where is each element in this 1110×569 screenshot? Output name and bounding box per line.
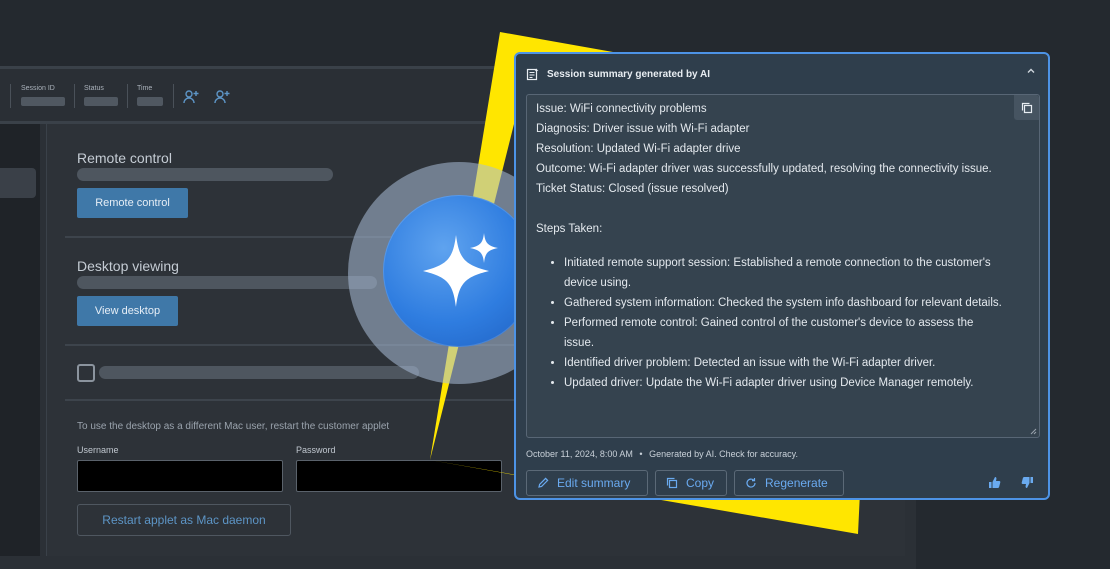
regenerate-button[interactable]: Regenerate (734, 470, 844, 496)
copy-icon (666, 477, 678, 489)
mac-user-note: To use the desktop as a different Mac us… (77, 421, 390, 432)
edit-summary-button[interactable]: Edit summary (526, 470, 648, 496)
ai-panel-header: Session summary generated by AI (526, 68, 710, 81)
summary-line: Diagnosis: Driver issue with Wi-Fi adapt… (536, 123, 750, 135)
refresh-icon (746, 478, 756, 488)
ai-orb (383, 195, 535, 347)
add-person-icon[interactable] (183, 89, 199, 105)
ai-disclaimer: Generated by AI. Check for accuracy. (649, 449, 798, 459)
summary-timestamp: October 11, 2024, 8:00 AM (526, 449, 633, 459)
copy-text-button[interactable] (1014, 95, 1039, 120)
toolbar-divider (127, 84, 128, 108)
summary-line: Ticket Status: Closed (issue resolved) (536, 183, 729, 195)
summary-document-icon (526, 68, 539, 81)
option-checkbox[interactable] (77, 364, 95, 382)
thumbs-up-icon[interactable] (988, 476, 1001, 489)
username-label: Username (77, 445, 119, 455)
view-desktop-button[interactable]: View desktop (77, 296, 178, 326)
session-id-placeholder (21, 97, 65, 106)
username-input[interactable] (77, 460, 283, 492)
summary-textarea[interactable]: Issue: WiFi connectivity problems Diagno… (526, 94, 1040, 438)
chevron-up-icon[interactable] (1026, 66, 1036, 76)
step-item: Gathered system information: Checked the… (564, 293, 1006, 313)
session-id-column[interactable]: Session ID (21, 85, 65, 106)
status-placeholder (84, 97, 118, 106)
sidebar (0, 124, 40, 556)
summary-line: Resolution: Updated Wi-Fi adapter drive (536, 143, 741, 155)
placeholder-bar (77, 168, 333, 181)
steps-list: Initiated remote support session: Establ… (536, 253, 1006, 393)
restart-applet-button[interactable]: Restart applet as Mac daemon (77, 504, 291, 536)
ai-summary-panel: Session summary generated by AI Issue: W… (514, 52, 1050, 500)
remote-control-title: Remote control (77, 150, 172, 166)
thumbs-down-icon[interactable] (1021, 476, 1034, 489)
copy-label: Copy (686, 476, 715, 490)
step-item: Identified driver problem: Detected an i… (564, 353, 1006, 373)
placeholder-bar (77, 276, 377, 289)
summary-line: Outcome: Wi-Fi adapter driver was succes… (536, 163, 992, 175)
status-label: Status (84, 85, 104, 92)
sidebar-selected-item[interactable] (0, 168, 36, 198)
toolbar-divider (74, 84, 75, 108)
steps-heading: Steps Taken: (536, 223, 603, 235)
time-label: Time (137, 85, 153, 92)
desktop-viewing-title: Desktop viewing (77, 258, 179, 274)
password-input[interactable] (296, 460, 502, 492)
time-column[interactable]: Time (137, 85, 163, 106)
copy-icon (1021, 102, 1032, 113)
session-id-label: Session ID (21, 85, 55, 92)
ai-panel-title: Session summary generated by AI (547, 69, 711, 80)
sparkle-icon (423, 233, 498, 307)
pencil-icon (538, 477, 549, 488)
toolbar-divider (10, 84, 11, 108)
placeholder-bar (99, 366, 419, 379)
copy-button[interactable]: Copy (655, 470, 727, 496)
time-placeholder (137, 97, 163, 106)
resize-handle-icon[interactable] (1030, 428, 1037, 435)
meta-separator: • (639, 449, 643, 459)
password-label: Password (296, 445, 336, 455)
summary-line: Issue: WiFi connectivity problems (536, 103, 707, 115)
step-item: Performed remote control: Gained control… (564, 313, 1006, 353)
step-item: Updated driver: Update the Wi-Fi adapter… (564, 373, 1006, 393)
add-person-icon[interactable] (214, 89, 230, 105)
regenerate-label: Regenerate (765, 476, 828, 490)
summary-text: Issue: WiFi connectivity problems Diagno… (536, 99, 1006, 393)
status-column[interactable]: Status (84, 85, 118, 106)
summary-meta: October 11, 2024, 8:00 AM • Generated by… (526, 449, 798, 459)
remote-control-button[interactable]: Remote control (77, 188, 188, 218)
toolbar-divider (173, 84, 174, 108)
step-item: Initiated remote support session: Establ… (564, 253, 1006, 293)
edit-summary-label: Edit summary (557, 476, 631, 490)
